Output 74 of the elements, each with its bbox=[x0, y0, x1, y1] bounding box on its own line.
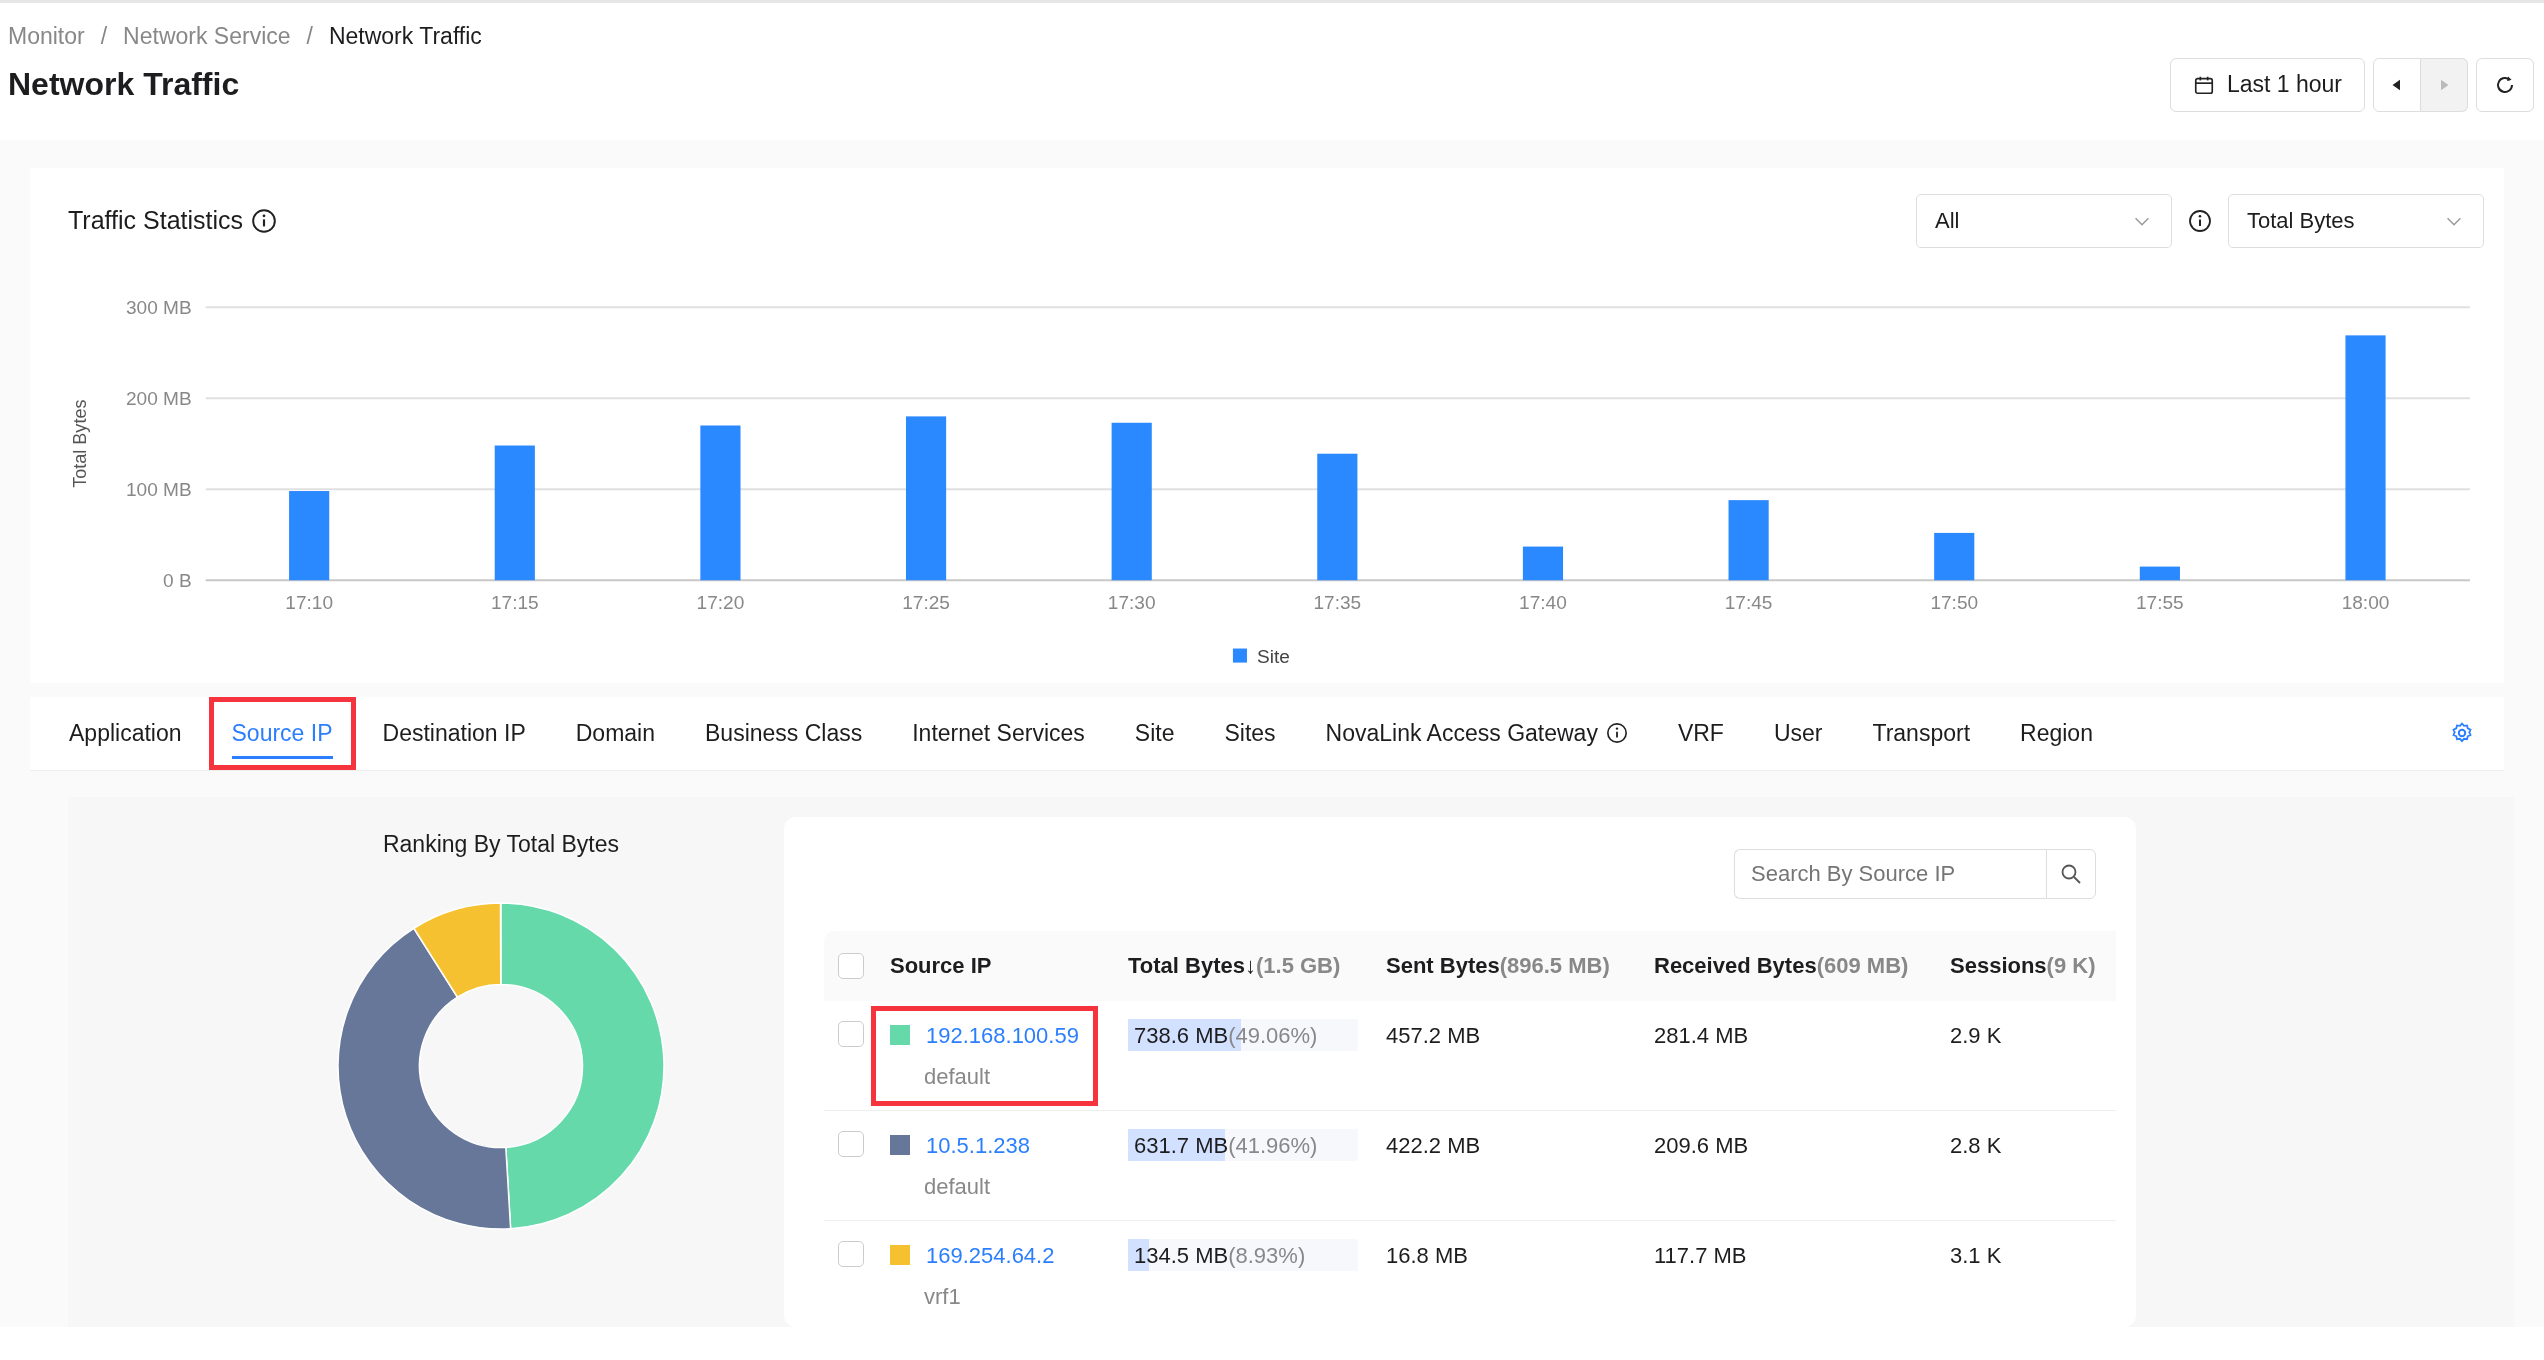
vrf-label: default bbox=[924, 1172, 992, 1201]
tab[interactable]: Site bbox=[1111, 697, 1198, 770]
tab[interactable]: Source IP bbox=[208, 697, 356, 770]
info-icon bbox=[2188, 208, 2212, 233]
breadcrumb-link[interactable]: Network Service bbox=[123, 19, 291, 54]
x-axis-label: 17:50 bbox=[1930, 591, 1979, 613]
x-axis-label: 17:35 bbox=[1313, 591, 1362, 613]
table-cell: 422.2 MB bbox=[1386, 1132, 1481, 1158]
row-checkbox[interactable] bbox=[838, 1130, 864, 1157]
x-axis-label: 17:45 bbox=[1724, 591, 1773, 613]
x-axis-label: 17:25 bbox=[902, 591, 950, 613]
tab[interactable]: Region bbox=[1997, 697, 2116, 770]
tab[interactable]: Transport bbox=[1849, 697, 1994, 770]
legend-label: Site bbox=[1257, 645, 1290, 667]
row-checkbox[interactable] bbox=[838, 1240, 864, 1267]
y-axis-label: 100 MB bbox=[126, 478, 192, 500]
y-axis-label: 200 MB bbox=[126, 387, 192, 409]
breadcrumb-separator: / bbox=[100, 22, 108, 51]
ip-link[interactable]: 192.168.100.59 bbox=[926, 1018, 1079, 1052]
table-cell: 117.7 MB bbox=[1654, 1242, 1747, 1268]
table-cell-text: 738.6 MB(49.06%) bbox=[1133, 1022, 1318, 1048]
ip-link[interactable]: 169.254.64.2 bbox=[926, 1238, 1055, 1272]
breadcrumb-link[interactable]: Monitor bbox=[8, 19, 85, 54]
tab[interactable]: Sites bbox=[1201, 697, 1299, 770]
tab[interactable]: NovaLink Access Gateway bbox=[1302, 697, 1651, 770]
y-axis-label: 0 B bbox=[163, 569, 192, 591]
refresh-button[interactable] bbox=[2476, 57, 2534, 112]
chart-title: Ranking By Total Bytes bbox=[382, 829, 620, 859]
vrf-label: vrf1 bbox=[924, 1282, 962, 1311]
tab[interactable]: Internet Services bbox=[889, 697, 1108, 770]
search-button[interactable] bbox=[2046, 848, 2096, 899]
filter-dropdown[interactable]: All bbox=[1916, 193, 2172, 248]
x-axis-label: 18:00 bbox=[2341, 591, 2390, 613]
bar bbox=[1934, 532, 1975, 580]
breadcrumb-separator: / bbox=[306, 22, 313, 51]
table-cell: 209.6 MB bbox=[1654, 1132, 1749, 1158]
legend-swatch bbox=[1232, 648, 1247, 663]
table-cell: 16.8 MB bbox=[1386, 1242, 1468, 1268]
tab[interactable]: Business Class bbox=[682, 697, 886, 770]
info-icon bbox=[251, 207, 278, 234]
section-title: Traffic Statistics bbox=[68, 204, 244, 236]
row-checkbox[interactable] bbox=[838, 1020, 864, 1047]
tab[interactable]: Destination IP bbox=[359, 697, 549, 770]
previous-button[interactable] bbox=[2373, 57, 2421, 112]
tab[interactable]: Domain bbox=[552, 697, 678, 770]
table-cell-text: 631.7 MB(41.96%) bbox=[1133, 1132, 1318, 1158]
search-field[interactable]: Search By Source IP bbox=[1734, 848, 2046, 899]
x-axis-label: 17:15 bbox=[490, 591, 539, 613]
select-all-checkbox[interactable] bbox=[838, 952, 864, 979]
info-icon bbox=[1605, 722, 1628, 745]
x-axis-label: 17:20 bbox=[696, 591, 745, 613]
time-range-button[interactable]: Last 1 hour bbox=[2169, 57, 2365, 112]
table-cell-text: 134.5 MB(8.93%) bbox=[1133, 1242, 1306, 1268]
x-axis-label: 17:40 bbox=[1519, 591, 1567, 613]
table-cell: 3.1 K bbox=[1950, 1242, 2002, 1268]
tab[interactable]: User bbox=[1750, 697, 1846, 770]
metric-dropdown[interactable]: Total Bytes bbox=[2228, 193, 2484, 248]
bar bbox=[1522, 546, 1564, 580]
table-cell: 2.9 K bbox=[1950, 1022, 2002, 1048]
tab[interactable]: VRF bbox=[1654, 697, 1747, 770]
y-axis-label: 300 MB bbox=[126, 296, 192, 318]
table-cell: 457.2 MB bbox=[1386, 1022, 1481, 1048]
bar bbox=[2139, 566, 2180, 580]
x-axis-label: 17:55 bbox=[2136, 591, 2184, 613]
column-header[interactable]: Source IP bbox=[890, 949, 992, 983]
page-title: Network Traffic bbox=[8, 65, 240, 104]
vrf-label: default bbox=[924, 1062, 992, 1091]
table-cell: 281.4 MB bbox=[1654, 1022, 1749, 1048]
y-axis-title: Total Bytes bbox=[70, 399, 91, 488]
ip-link[interactable]: 10.5.1.238 bbox=[926, 1128, 1030, 1162]
x-axis-label: 17:10 bbox=[285, 591, 333, 613]
x-axis-label: 17:30 bbox=[1107, 591, 1156, 613]
table-cell: 2.8 K bbox=[1950, 1132, 2002, 1158]
tab[interactable]: Application bbox=[46, 697, 205, 770]
